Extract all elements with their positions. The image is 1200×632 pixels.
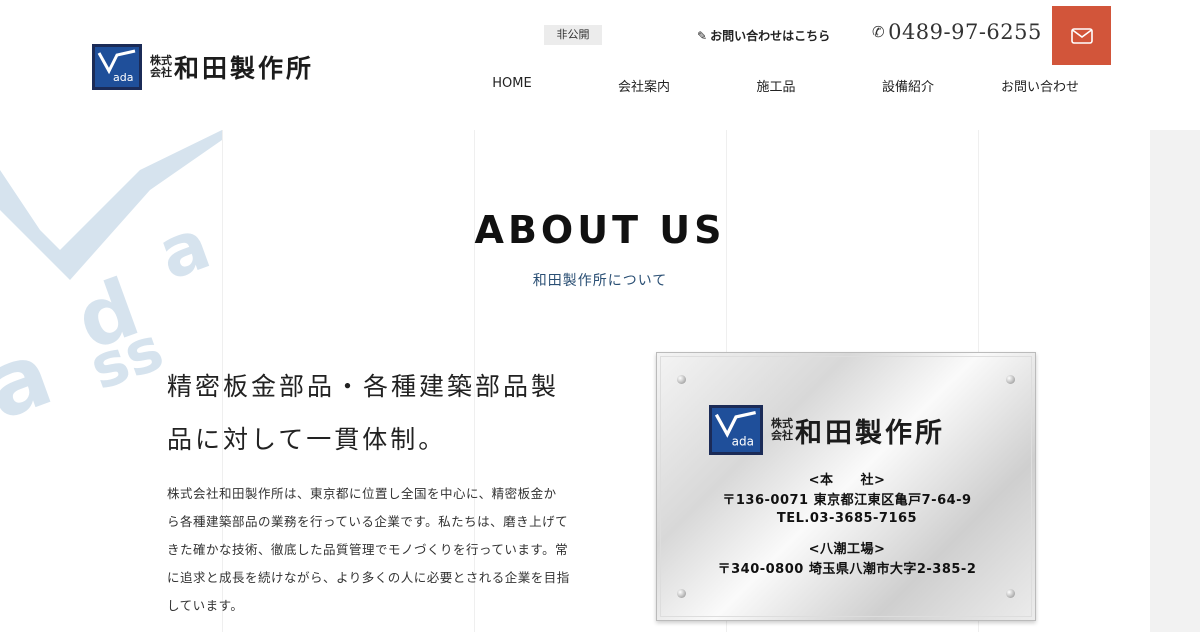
body-line: 株式会社和田製作所は、東京都に位置し全国を中心に、精密板金か [167, 486, 557, 501]
body-line: しています。 [167, 598, 244, 613]
mail-icon [1070, 27, 1093, 44]
about-section: a d a ss ABOUT US 和田製作所について 精密板金部品・各種建築部… [0, 130, 1200, 632]
body-line: ら各種建築部品の業務を行っている企業です。私たちは、磨き上げて [167, 514, 569, 529]
nav-item-home[interactable]: HOME [457, 76, 567, 91]
site-logo[interactable]: ada 株式会社 和田製作所 [92, 44, 314, 90]
company-nameplate-image: ada 株式会社 和田製作所 <本 社> 〒136-0071 東京都江東区亀戸7… [656, 352, 1036, 621]
plate-logo: ada 株式会社 和田製作所 [709, 405, 945, 455]
screw-icon [1006, 375, 1015, 384]
plate-hq-label: <本 社> [808, 473, 886, 488]
svg-text:ada: ada [113, 71, 133, 84]
logo-mark-icon: ada [709, 405, 763, 455]
side-panel [1150, 130, 1200, 632]
logo-small-text: 株式会社 [150, 54, 172, 79]
phone-icon: ✆ [872, 23, 886, 41]
nav-item-contact[interactable]: お問い合わせ [985, 76, 1095, 95]
screw-icon [1006, 589, 1015, 598]
private-badge: 非公開 [544, 25, 602, 45]
phone-number[interactable]: ✆ 0489-97-6255 [872, 20, 1042, 44]
section-subtitle: 和田製作所について [532, 273, 668, 289]
site-header: ada 株式会社 和田製作所 非公開 ✎ お問い合わせはこちら ✆ 0489-9… [0, 0, 1200, 130]
nav-item-company[interactable]: 会社案内 [589, 76, 699, 95]
logo-mark-icon: ada [92, 44, 142, 90]
svg-text:ada: ada [732, 434, 754, 448]
body-line: きた確かな技術、徹底した品質管理でモノづくりを行っています。常 [167, 542, 569, 557]
nav-item-equipment[interactable]: 設備紹介 [853, 76, 963, 95]
contact-link-label: お問い合わせはこちら [710, 29, 831, 43]
plate-logo-name: 和田製作所 [795, 417, 945, 449]
screw-icon [677, 375, 686, 384]
plate-hq-address: 〒136-0071 東京都江東区亀戸7-64-9 [722, 493, 972, 508]
screw-icon [677, 589, 686, 598]
pencil-icon: ✎ [697, 28, 708, 43]
about-body: 株式会社和田製作所は、東京都に位置し全国を中心に、精密板金か ら各種建築部品の業… [167, 480, 607, 620]
svg-text:a: a [0, 321, 65, 430]
headline-line: 精密板金部品・各種建築部品製 [167, 372, 560, 401]
mail-button[interactable] [1052, 6, 1111, 65]
plate-factory-address: 〒340-0800 埼玉県八潮市大字2-385-2 [717, 562, 977, 577]
plate-hq-tel: TEL.03-3685-7165 [776, 511, 918, 526]
about-headline: 精密板金部品・各種建築部品製 品に対して一貫体制。 [167, 360, 617, 466]
headline-line: 品に対して一貫体制。 [167, 425, 447, 454]
phone-number-text: 0489-97-6255 [888, 20, 1042, 44]
plate-logo-small: 株式会社 [771, 417, 793, 442]
body-line: に追求と成長を続けながら、より多くの人に必要とされる企業を目指 [167, 570, 570, 585]
contact-link[interactable]: ✎ お問い合わせはこちら [697, 27, 830, 44]
plate-factory-label: <八潮工場> [808, 542, 886, 557]
section-title: ABOUT US [474, 208, 726, 252]
logo-company-name: 和田製作所 [174, 54, 315, 83]
nav-item-products[interactable]: 施工品 [721, 76, 831, 95]
